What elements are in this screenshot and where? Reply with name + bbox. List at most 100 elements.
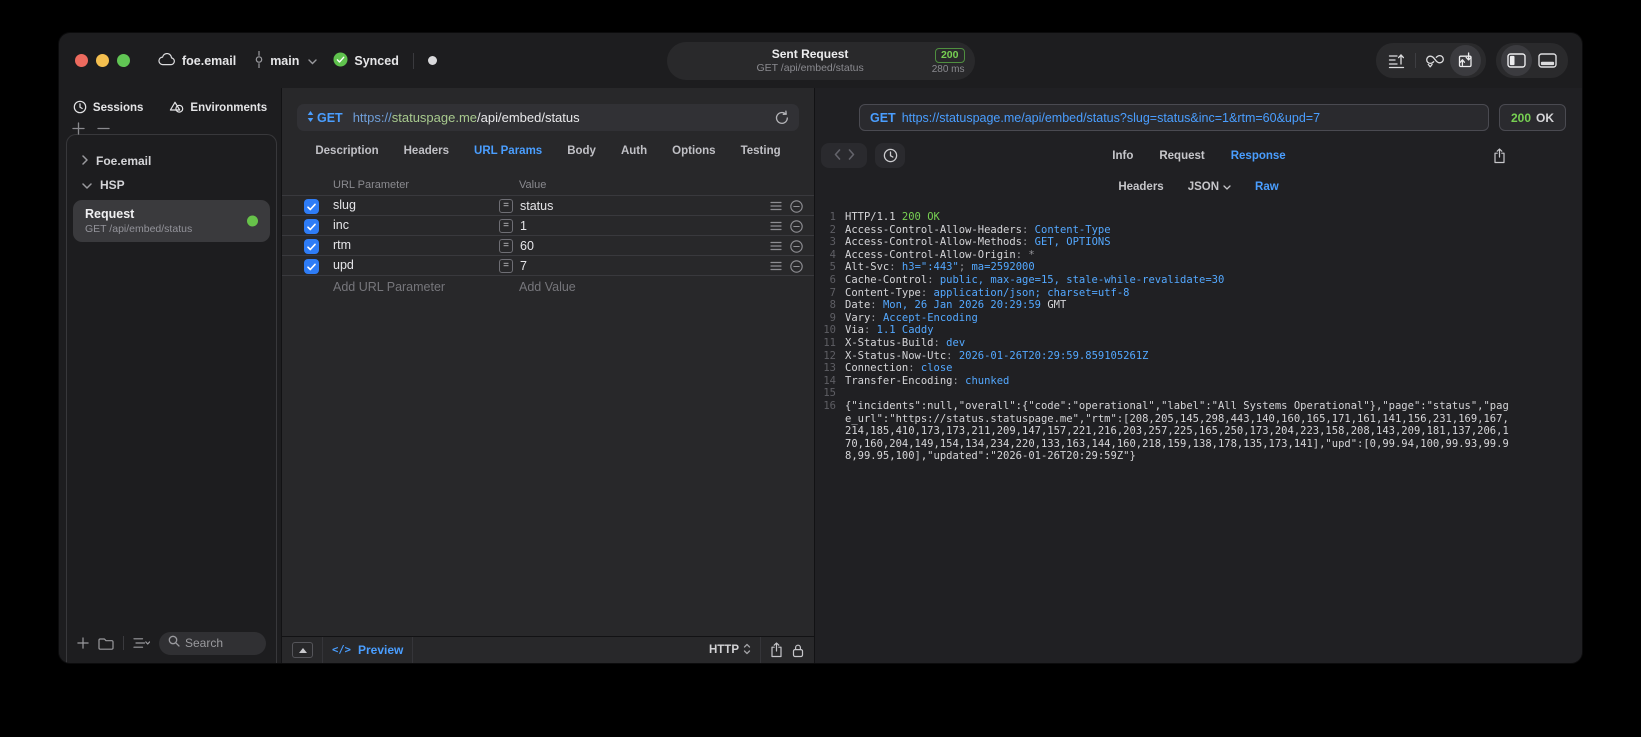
request-summary-title: Sent Request [771,46,849,61]
param-name[interactable]: rtm [333,238,351,252]
tab-request[interactable]: Request [1159,150,1204,162]
drag-handle-icon[interactable] [770,201,782,211]
sidebar-layout-icon[interactable] [1501,45,1532,76]
checkbox-checked-icon[interactable] [304,219,319,234]
export-lines-icon[interactable] [1381,45,1412,76]
checkbox-checked-icon[interactable] [304,199,319,214]
remove-param-icon[interactable] [790,219,803,233]
equals-icon: = [499,239,513,253]
back-icon[interactable] [834,147,841,165]
request-list-item-selected[interactable]: Request GET /api/embed/status [73,200,270,242]
remove-param-icon[interactable] [790,199,803,213]
param-value[interactable]: 1 [520,219,527,233]
code-icon: </> [332,644,351,656]
param-value-cell[interactable]: = 7 [499,258,527,273]
drag-handle-icon[interactable] [770,261,782,271]
line-number: 14 [823,374,836,387]
response-line: 1 HTTP/1.1 200 OK [815,211,1582,224]
share-icon[interactable] [770,642,783,658]
response-line: 10 Via: 1.1 Caddy [815,324,1582,337]
export-response-icon[interactable] [1493,147,1506,164]
tab-sessions-label: Sessions [92,102,144,114]
tab-response[interactable]: Response [1231,150,1286,162]
lock-icon[interactable] [792,643,804,658]
remove-param-icon[interactable] [790,239,803,253]
minimize-window-button[interactable] [96,54,109,67]
forward-icon[interactable] [848,147,855,165]
new-folder-icon[interactable] [98,637,114,650]
tree-item-hsp[interactable]: HSP [67,173,276,197]
sent-request-summary[interactable]: Sent Request GET /api/embed/status 200 2… [666,42,975,80]
tab-testing[interactable]: Testing [741,145,781,157]
param-value-cell[interactable]: = 1 [499,218,527,233]
param-row: inc = 1 [282,216,814,236]
bottom-panel-icon[interactable] [1532,45,1563,76]
param-name[interactable]: inc [333,218,349,232]
subtab-headers[interactable]: Headers [1118,181,1163,193]
tab-headers[interactable]: Headers [404,145,449,157]
tab-info[interactable]: Info [1112,150,1133,162]
request-url-bar[interactable]: GET https://statuspage.me/api/embed/stat… [297,104,799,131]
param-value-cell[interactable]: = status [499,198,553,213]
tab-options[interactable]: Options [672,145,715,157]
subtab-json[interactable]: JSON [1188,181,1231,193]
add-param-row[interactable]: Add URL Parameter Add Value [282,276,814,299]
param-value[interactable]: 7 [520,259,527,273]
param-value-cell[interactable]: = 60 [499,238,534,253]
expand-panel-button[interactable] [292,642,313,658]
add-session-icon[interactable] [72,122,85,140]
checkbox-checked-icon[interactable] [304,259,319,274]
subtab-raw[interactable]: Raw [1255,181,1279,193]
method-selector[interactable]: GET [307,110,343,125]
tree-item-foe-email[interactable]: Foe.email [67,149,276,173]
sync-status[interactable]: Synced [333,52,399,70]
sidebar-search[interactable] [159,631,266,655]
tab-description[interactable]: Description [315,145,378,157]
titlebar: foe.email main Synced Sent Request GET /… [59,33,1582,88]
request-url[interactable]: https://statuspage.me/api/embed/status [353,110,580,125]
new-request-icon[interactable] [77,637,89,649]
zoom-window-button[interactable] [117,54,130,67]
response-body[interactable]: 1 HTTP/1.1 200 OK 2 Access-Control-Allow-He… [815,202,1582,663]
add-parameter-placeholder[interactable]: Add URL Parameter [333,280,445,294]
line-number: 6 [829,273,836,286]
history-clock-icon[interactable] [875,143,905,168]
branch-selector[interactable]: main [254,50,318,71]
preview-button[interactable]: </> Preview [332,643,403,657]
tab-environments[interactable]: Environments [169,100,267,117]
remove-session-icon[interactable] [97,122,110,140]
line-number: 4 [829,248,836,261]
resend-request-icon[interactable] [775,110,789,125]
group-by-icon[interactable] [133,637,150,649]
synced-check-icon [333,52,348,70]
param-name[interactable]: slug [333,198,356,212]
protocol-selector[interactable]: HTTP [709,643,751,658]
add-value-placeholder[interactable]: Add Value [519,280,576,294]
request-status-dot [247,215,258,227]
tab-url-params[interactable]: URL Params [474,145,542,157]
remove-param-icon[interactable] [790,259,803,273]
url-protocol: https:// [352,110,392,125]
param-value[interactable]: status [520,199,553,213]
param-name[interactable]: upd [333,258,354,272]
tab-sessions[interactable]: Sessions [73,100,144,117]
checkbox-checked-icon[interactable] [304,239,319,254]
sync-label: Synced [354,53,399,68]
drag-handle-icon[interactable] [770,221,782,231]
search-input[interactable] [185,636,257,650]
status-code-badge: 200 [934,47,965,63]
column-header-parameter: URL Parameter [333,179,410,191]
drag-handle-icon[interactable] [770,241,782,251]
viewer-tabs: Info Request Response [1112,150,1285,162]
sync-loop-icon[interactable] [1419,45,1450,76]
updown-chevrons-icon [743,643,751,658]
sent-request-line[interactable]: GET https://statuspage.me/api/embed/stat… [859,104,1489,131]
close-window-button[interactable] [75,54,88,67]
tab-body[interactable]: Body [567,145,596,157]
params-rows: slug = status inc = 1 rtm = 60 upd = 7 [282,196,814,276]
param-value[interactable]: 60 [520,239,534,253]
tab-auth[interactable]: Auth [621,145,647,157]
project-selector[interactable]: foe.email [158,52,236,69]
import-request-icon[interactable] [1450,45,1481,76]
editor-footer-right: HTTP [709,637,804,663]
